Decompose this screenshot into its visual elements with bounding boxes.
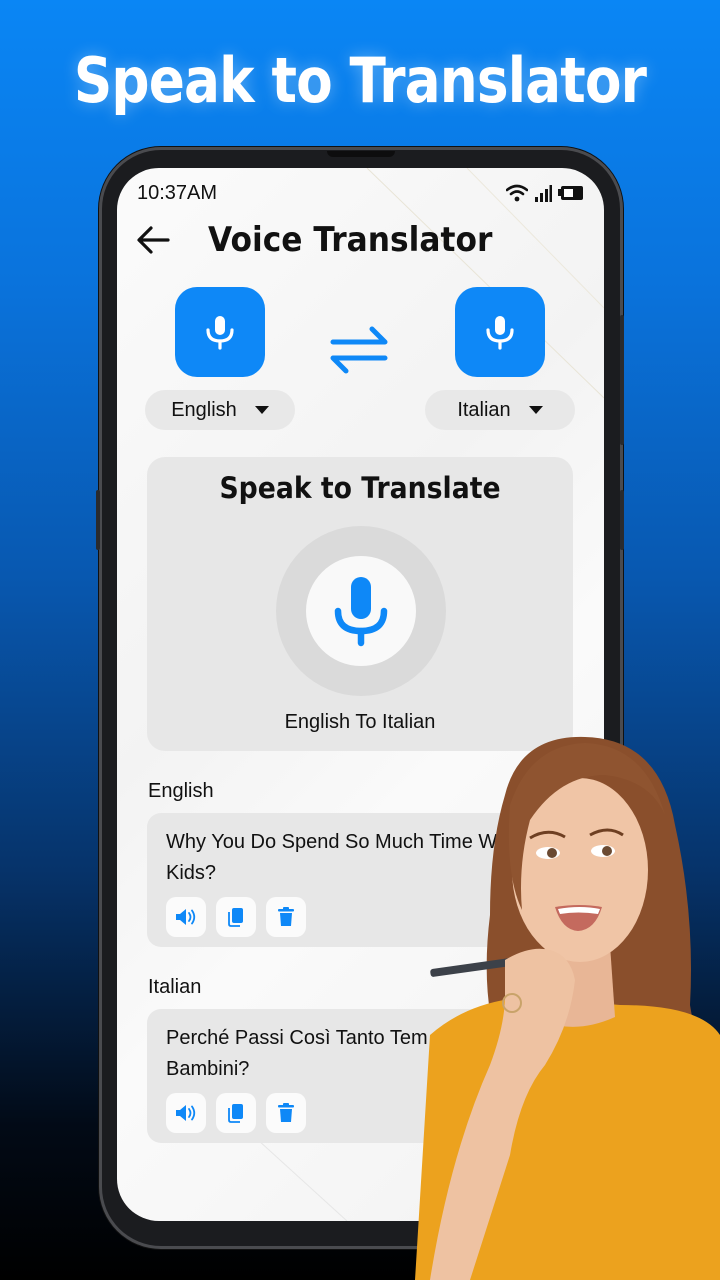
battery-icon — [558, 186, 583, 200]
swap-languages-button[interactable] — [327, 320, 391, 380]
signal-icon — [535, 185, 552, 202]
speak-to-translate-card: Speak to Translate English To Italian — [147, 457, 573, 751]
promo-headline: Speak to Translator — [73, 44, 647, 117]
record-button[interactable] — [306, 556, 416, 666]
delete-button[interactable] — [266, 1093, 306, 1133]
copy-icon — [228, 908, 243, 927]
source-language-label: English — [171, 398, 237, 421]
wifi-icon — [506, 184, 528, 202]
phone-side-button — [620, 315, 624, 445]
phone-side-button — [96, 490, 100, 550]
mic-icon — [334, 577, 388, 647]
speak-button[interactable] — [166, 897, 206, 937]
target-result-label: Italian — [148, 976, 202, 998]
arrow-left-icon — [137, 226, 170, 254]
status-time: 10:37AM — [137, 182, 218, 204]
mic-icon — [206, 316, 234, 350]
phone-notch — [327, 151, 395, 157]
delete-icon — [278, 907, 294, 926]
app-title: Voice Translator — [208, 220, 493, 260]
source-language-dropdown[interactable]: English — [145, 390, 295, 430]
delete-button[interactable] — [266, 897, 306, 937]
back-button[interactable] — [135, 222, 171, 258]
target-language-label: Italian — [457, 398, 511, 421]
record-button-ring[interactable] — [276, 526, 446, 696]
promo-person-illustration — [415, 736, 720, 1280]
caret-down-icon — [254, 406, 269, 414]
copy-icon — [228, 1104, 243, 1123]
speak-card-title: Speak to Translate — [219, 471, 501, 505]
speaker-icon — [176, 1105, 196, 1121]
speaker-icon — [176, 909, 196, 925]
phone-side-button — [620, 490, 624, 550]
source-result-label: English — [148, 780, 214, 802]
speak-button[interactable] — [166, 1093, 206, 1133]
copy-button[interactable] — [216, 897, 256, 937]
swap-arrows-icon — [330, 326, 388, 374]
source-mic-button[interactable] — [175, 287, 265, 377]
delete-icon — [278, 1103, 294, 1122]
translation-direction: English To Italian — [284, 711, 436, 733]
app-bar: Voice Translator — [117, 218, 604, 262]
status-bar: 10:37AM — [137, 182, 584, 206]
caret-down-icon — [528, 406, 543, 414]
copy-button[interactable] — [216, 1093, 256, 1133]
target-language-dropdown[interactable]: Italian — [425, 390, 575, 430]
mic-icon — [486, 316, 514, 350]
target-mic-button[interactable] — [455, 287, 545, 377]
